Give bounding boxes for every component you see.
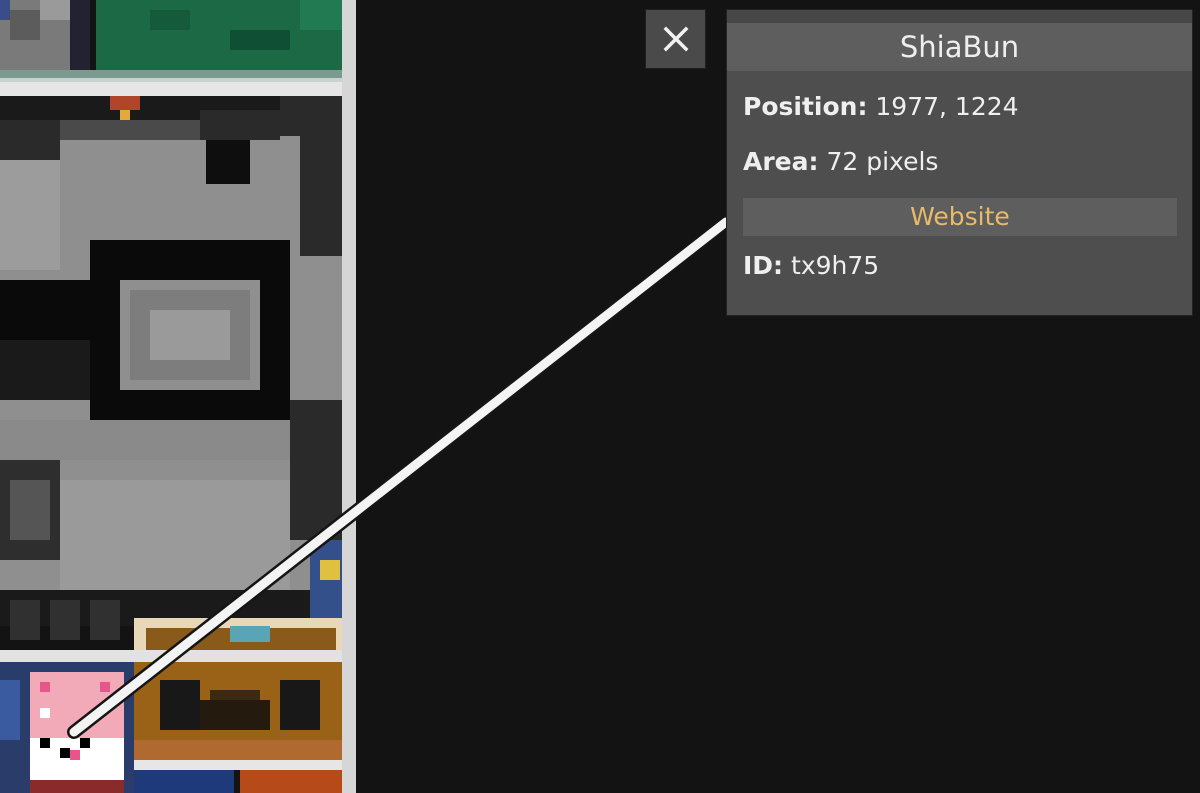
close-icon (663, 26, 689, 52)
panel-top-strip (727, 10, 1192, 23)
id-row: ID: tx9h75 (743, 251, 879, 280)
artwork-title: ShiaBun (727, 23, 1192, 71)
position-label: Position: (743, 92, 868, 121)
id-label: ID: (743, 251, 784, 280)
position-value: 1977, 1224 (875, 92, 1019, 121)
artwork-info-panel: ShiaBun Position: 1977, 1224 Area: 72 pi… (726, 9, 1193, 316)
position-row: Position: 1977, 1224 (743, 92, 1019, 121)
area-label: Area: (743, 147, 819, 176)
area-value: 72 pixels (826, 147, 939, 176)
close-button[interactable] (645, 9, 706, 69)
pixel-canvas-view[interactable] (0, 0, 356, 793)
id-value: tx9h75 (791, 251, 880, 280)
website-link[interactable]: Website (743, 198, 1177, 236)
area-row: Area: 72 pixels (743, 147, 938, 176)
app-stage: ShiaBun Position: 1977, 1224 Area: 72 pi… (0, 0, 1200, 793)
